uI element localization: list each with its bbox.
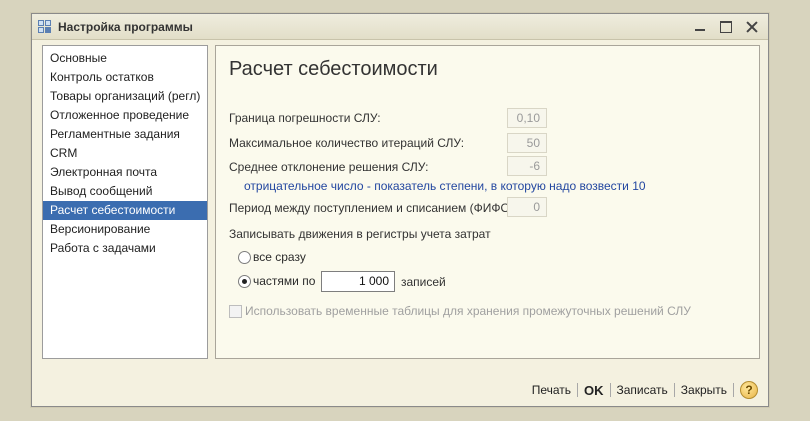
ok-button[interactable]: OK: [578, 383, 610, 398]
mean-deviation-field[interactable]: -6: [507, 156, 547, 176]
radio-in-parts[interactable]: [238, 274, 251, 288]
window-controls: [694, 20, 758, 33]
radio-all-at-once-label: все сразу: [253, 250, 306, 264]
sidebar-item-tasks[interactable]: Работа с задачами: [43, 239, 207, 258]
write-movements-label: Записывать движения в регистры учета зат…: [229, 227, 491, 241]
mean-deviation-hint: отрицательное число - показатель степени…: [244, 179, 646, 193]
fifo-period-label: Период между поступлением и списанием (Ф…: [229, 201, 518, 215]
temp-tables-checkbox[interactable]: [229, 304, 242, 318]
sidebar-item-scheduled-jobs[interactable]: Регламентные задания: [43, 125, 207, 144]
sidebar-item-email[interactable]: Электронная почта: [43, 163, 207, 182]
save-button[interactable]: Записать: [611, 383, 674, 397]
help-icon[interactable]: ?: [740, 381, 758, 399]
maximize-icon[interactable]: [720, 20, 732, 33]
error-bound-field[interactable]: 0,10: [507, 108, 547, 128]
settings-sections-list: Основные Контроль остатков Товары органи…: [42, 45, 208, 359]
app-icon: [38, 19, 52, 34]
max-iterations-label: Максимальное количество итераций СЛУ:: [229, 136, 465, 150]
close-button[interactable]: Закрыть: [675, 383, 733, 397]
sidebar-item-crm[interactable]: CRM: [43, 144, 207, 163]
temp-tables-row: Использовать временные таблицы для хране…: [229, 304, 691, 318]
sidebar-item-stock-control[interactable]: Контроль остатков: [43, 68, 207, 87]
mean-deviation-label: Среднее отклонение решения СЛУ:: [229, 160, 429, 174]
window-title: Настройка программы: [58, 19, 193, 34]
radio-in-parts-label: частями по: [253, 274, 316, 288]
minimize-icon[interactable]: [694, 21, 706, 33]
page-title: Расчет себестоимости: [229, 58, 438, 80]
parts-size-input[interactable]: 1 000: [321, 271, 395, 292]
sidebar-item-cost-calculation[interactable]: Расчет себестоимости: [43, 201, 207, 220]
radio-all-at-once[interactable]: [238, 250, 251, 264]
parts-suffix-label: записей: [401, 275, 446, 289]
max-iterations-field[interactable]: 50: [507, 133, 547, 153]
temp-tables-label: Использовать временные таблицы для хране…: [245, 304, 691, 318]
close-icon[interactable]: [746, 21, 758, 33]
radio-in-parts-row[interactable]: частями по: [238, 274, 315, 288]
dialog-footer: Печать OK Записать Закрыть ?: [526, 381, 758, 399]
sidebar-item-general[interactable]: Основные: [43, 49, 207, 68]
title-bar[interactable]: Настройка программы: [32, 14, 768, 40]
fifo-period-field[interactable]: 0: [507, 197, 547, 217]
error-bound-label: Граница погрешности СЛУ:: [229, 111, 381, 125]
print-button[interactable]: Печать: [526, 383, 577, 397]
footer-divider: [733, 383, 734, 397]
sidebar-item-versioning[interactable]: Версионирование: [43, 220, 207, 239]
settings-window: Настройка программы Основные Контроль ос…: [31, 13, 769, 407]
sidebar-item-deferred-posting[interactable]: Отложенное проведение: [43, 106, 207, 125]
settings-panel: Расчет себестоимости Граница погрешности…: [215, 45, 760, 359]
sidebar-item-org-goods[interactable]: Товары организаций (регл): [43, 87, 207, 106]
radio-all-at-once-row[interactable]: все сразу: [238, 250, 306, 264]
sidebar-item-messages[interactable]: Вывод сообщений: [43, 182, 207, 201]
